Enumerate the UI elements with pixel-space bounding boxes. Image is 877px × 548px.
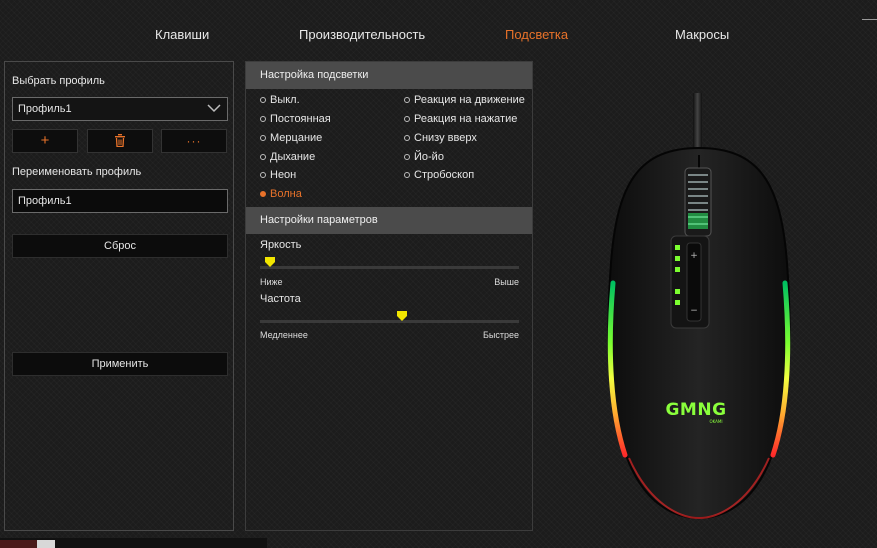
radio-icon — [260, 116, 266, 122]
tab-keys[interactable]: Клавиши — [155, 27, 209, 42]
mode-motion-reactive[interactable]: Реакция на движение — [404, 94, 525, 106]
mode-flicker[interactable]: Мерцание — [260, 132, 322, 144]
brightness-slider-thumb[interactable] — [264, 257, 275, 267]
taskbar-strip — [0, 538, 267, 548]
frequency-max-label: Быстрее — [482, 330, 519, 340]
radio-icon — [260, 154, 266, 160]
mouse-image: + − GMNG OKAMI — [607, 93, 791, 520]
top-nav: Клавиши Производительность Подсветка Мак… — [0, 0, 877, 60]
mode-yoyo[interactable]: Йо-йо — [404, 151, 444, 163]
mode-breathing[interactable]: Дыхание — [260, 151, 315, 163]
radio-icon — [404, 97, 410, 103]
apply-button[interactable]: Применить — [12, 352, 228, 376]
svg-text:+: + — [690, 251, 698, 261]
rename-profile-input[interactable] — [12, 189, 228, 213]
model-logo: OKAMI — [709, 419, 722, 424]
brand-logo: GMNG — [665, 400, 726, 420]
trash-icon — [115, 134, 125, 148]
delete-profile-button[interactable] — [87, 129, 153, 153]
profile-select[interactable]: Профиль1 — [12, 97, 228, 121]
radio-icon — [404, 172, 410, 178]
mode-bottom-up[interactable]: Снизу вверх — [404, 132, 477, 144]
tab-lighting[interactable]: Подсветка — [505, 27, 568, 42]
radio-icon — [404, 154, 410, 160]
lighting-panel: Настройка подсветки Выкл. Постоянная Мер… — [245, 61, 533, 531]
reset-button[interactable]: Сброс — [12, 234, 228, 258]
radio-icon — [260, 97, 266, 103]
radio-checked-icon — [260, 191, 266, 197]
params-header: Настройки параметров — [246, 207, 532, 234]
brightness-min-label: Ниже — [260, 277, 283, 287]
more-options-button[interactable]: ··· — [161, 129, 227, 153]
profile-panel: Выбрать профиль Профиль1 + ··· Переимено… — [4, 61, 234, 531]
mode-neon[interactable]: Неон — [260, 169, 296, 181]
radio-icon — [260, 135, 266, 141]
frequency-slider[interactable] — [260, 320, 519, 323]
mode-wave[interactable]: Волна — [260, 188, 302, 200]
mode-press-reactive[interactable]: Реакция на нажатие — [404, 113, 517, 125]
frequency-min-label: Медленнее — [260, 330, 308, 340]
frequency-slider-thumb[interactable] — [396, 311, 407, 321]
mode-off[interactable]: Выкл. — [260, 94, 300, 106]
brightness-slider[interactable] — [260, 266, 519, 269]
brightness-label: Яркость — [260, 239, 302, 251]
select-profile-label: Выбрать профиль — [12, 75, 105, 87]
chevron-down-icon — [207, 104, 221, 113]
mode-static[interactable]: Постоянная — [260, 113, 331, 125]
radio-icon — [404, 116, 410, 122]
radio-icon — [260, 172, 266, 178]
profile-select-value: Профиль1 — [18, 103, 72, 115]
brightness-max-label: Выше — [494, 277, 519, 287]
radio-icon — [404, 135, 410, 141]
frequency-label: Частота — [260, 293, 301, 305]
svg-text:−: − — [690, 306, 698, 316]
tab-macros[interactable]: Макросы — [675, 27, 729, 42]
mode-strobe[interactable]: Стробоскоп — [404, 169, 474, 181]
tab-performance[interactable]: Производительность — [299, 27, 425, 42]
add-profile-button[interactable]: + — [12, 129, 78, 153]
lighting-header: Настройка подсветки — [246, 62, 532, 89]
rename-profile-label: Переименовать профиль — [12, 166, 142, 178]
